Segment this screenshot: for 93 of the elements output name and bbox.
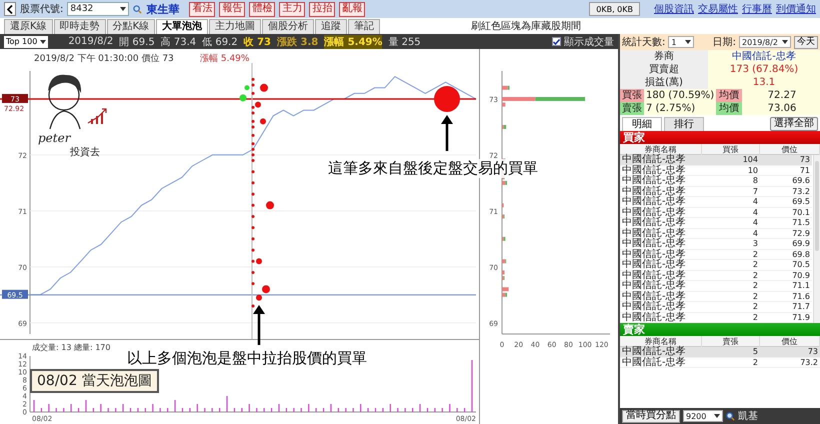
table-cell-text: 8 (752, 176, 759, 186)
checkbox-label: 顯示成交量 (564, 36, 614, 48)
table-cell-text: 中國信託-忠孝 (621, 270, 687, 280)
table-cell-text: 71.9 (791, 312, 811, 322)
table-cell-text: 2 (752, 292, 759, 302)
table-cell-text: 中國信託-忠孝 (621, 312, 687, 322)
table-cell-text: 69.5 (791, 197, 811, 207)
table-cell-text: 2 (752, 358, 759, 368)
quote-stat: 漲幅 5.49% (324, 34, 382, 48)
table-cell-text: 72.9 (791, 228, 811, 238)
table-cell-text: 中國信託-忠孝 (621, 281, 687, 291)
table-cell-text: 5 (752, 347, 759, 357)
table-cell-text: 73.2 (799, 358, 819, 368)
date-text: 2019/8/2 (68, 36, 114, 47)
table-cell-text: 中國信託-忠孝 (621, 260, 687, 270)
trade-value: 72.27 (742, 89, 820, 102)
table-cell-text: 73 (798, 155, 811, 165)
broker-name: 凱基 (738, 410, 758, 423)
table-cell-text: 中國信託-忠孝 (621, 239, 687, 249)
field-label: 日期: (712, 36, 736, 49)
table-cell-text: 2 (752, 260, 759, 270)
tab-note: 刷紅色區塊為庫藏股期間 (471, 20, 582, 33)
table-cell-text: 4 (752, 208, 759, 218)
trade-label: 賣張 (620, 102, 644, 115)
summary-value: 中國信託-忠孝 (708, 50, 820, 63)
table-cell-text: 中國信託-忠孝 (621, 250, 687, 260)
summary-label: 買賣超 (620, 63, 708, 76)
table-cell-text: 2 (752, 302, 759, 312)
table-cell-text: 4 (752, 228, 759, 238)
section-title: 買家 (620, 131, 820, 144)
quote-stat: 低 69.2 (202, 36, 238, 48)
section-title: 賣家 (620, 323, 820, 336)
field-label: 統計天數: (622, 36, 666, 49)
annotation-text: 這筆多來自盤後定盤交易的買單 (326, 159, 540, 178)
signature-caption: 投資去 (70, 146, 100, 159)
table-cell-text: 10 (746, 166, 759, 176)
table-cell-text: 71.6 (791, 292, 811, 302)
table-cell-text: 7 (752, 186, 759, 196)
summary-value: 13.1 (708, 76, 820, 89)
table-cell-text: 中國信託-忠孝 (621, 176, 687, 186)
table-cell-text: 69.8 (791, 250, 811, 260)
trade-value: 7 (2.75%) (644, 102, 716, 115)
table-cell-text: 71 (798, 166, 811, 176)
table-cell-text: 104 (742, 155, 759, 165)
table-cell-text: 2 (752, 250, 759, 260)
table-cell-text: 中國信託-忠孝 (621, 358, 687, 368)
table-cell-text: 2 (752, 270, 759, 280)
table-cell-text: 4 (752, 218, 759, 228)
table-cell-text: 中國信託-忠孝 (621, 208, 687, 218)
table-cell-text: 71.5 (791, 218, 811, 228)
volume-header: 成交量: 13 總量: 170 (32, 343, 110, 352)
table-cell-text: 中國信託-忠孝 (621, 186, 687, 196)
annotation-text: 以上多個泡泡是盤中拉抬股價的買單 (125, 349, 369, 368)
stock-name: 東生華 (146, 2, 180, 16)
table-cell-text: 4 (752, 197, 759, 207)
trade-value: 180 (70.59%) (644, 89, 716, 102)
table-cell-text: 3 (752, 239, 759, 249)
table-cell-text: 69.6 (791, 176, 811, 186)
table-cell-text: 中國信託-忠孝 (621, 292, 687, 302)
table-cell-text: 中國信託-忠孝 (621, 228, 687, 238)
quote-stat: 漲跌 3.8 (277, 36, 318, 48)
table-cell-text: 71.1 (791, 281, 811, 291)
table-cell-text: 71.7 (791, 302, 811, 312)
trade-label: 均價 (716, 89, 742, 102)
caption-box: 08/02 當天泡泡圖 (30, 369, 159, 393)
table-cell-text: 中國信託-忠孝 (621, 166, 687, 176)
table-cell-text: 73.2 (791, 186, 811, 196)
table-cell-text: 中國信託-忠孝 (621, 155, 687, 165)
field-label: 股票代號: (20, 2, 64, 16)
trade-value: 73.06 (742, 102, 820, 115)
table-cell-text: 70.9 (791, 270, 811, 280)
summary-label: 券商 (620, 50, 708, 63)
table-cell-text: 中國信託-忠孝 (621, 197, 687, 207)
quote-stat: 開 69.5 (119, 36, 155, 48)
trade-label: 買張 (620, 89, 644, 102)
table-cell-text: 中國信託-忠孝 (621, 302, 687, 312)
quote-stat: 量 255 (388, 36, 421, 48)
table-cell-text: 中國信託-忠孝 (621, 218, 687, 228)
change-text: 漲幅 5.49% (200, 54, 250, 64)
summary-value: 173 (67.84%) (708, 63, 820, 76)
table-cell-text: 73 (806, 347, 819, 357)
trade-label: 均價 (716, 102, 742, 115)
quote-stat: 收 73 (244, 36, 271, 48)
signature-text: peter (38, 131, 70, 145)
table-cell-text: 2 (752, 281, 759, 291)
table-cell-text: 中國信託-忠孝 (621, 347, 687, 357)
quote-stat: 高 73.4 (160, 36, 196, 48)
table-cell-text: 70.5 (791, 260, 811, 270)
table-cell-text: 2 (752, 312, 759, 322)
chart-header: 2019/8/2 下午 01:30:00 價位 73 (34, 54, 174, 64)
table-cell-text: 69.9 (791, 239, 811, 249)
table-cell-text: 70.1 (791, 208, 811, 218)
summary-label: 損益(萬) (620, 76, 708, 89)
